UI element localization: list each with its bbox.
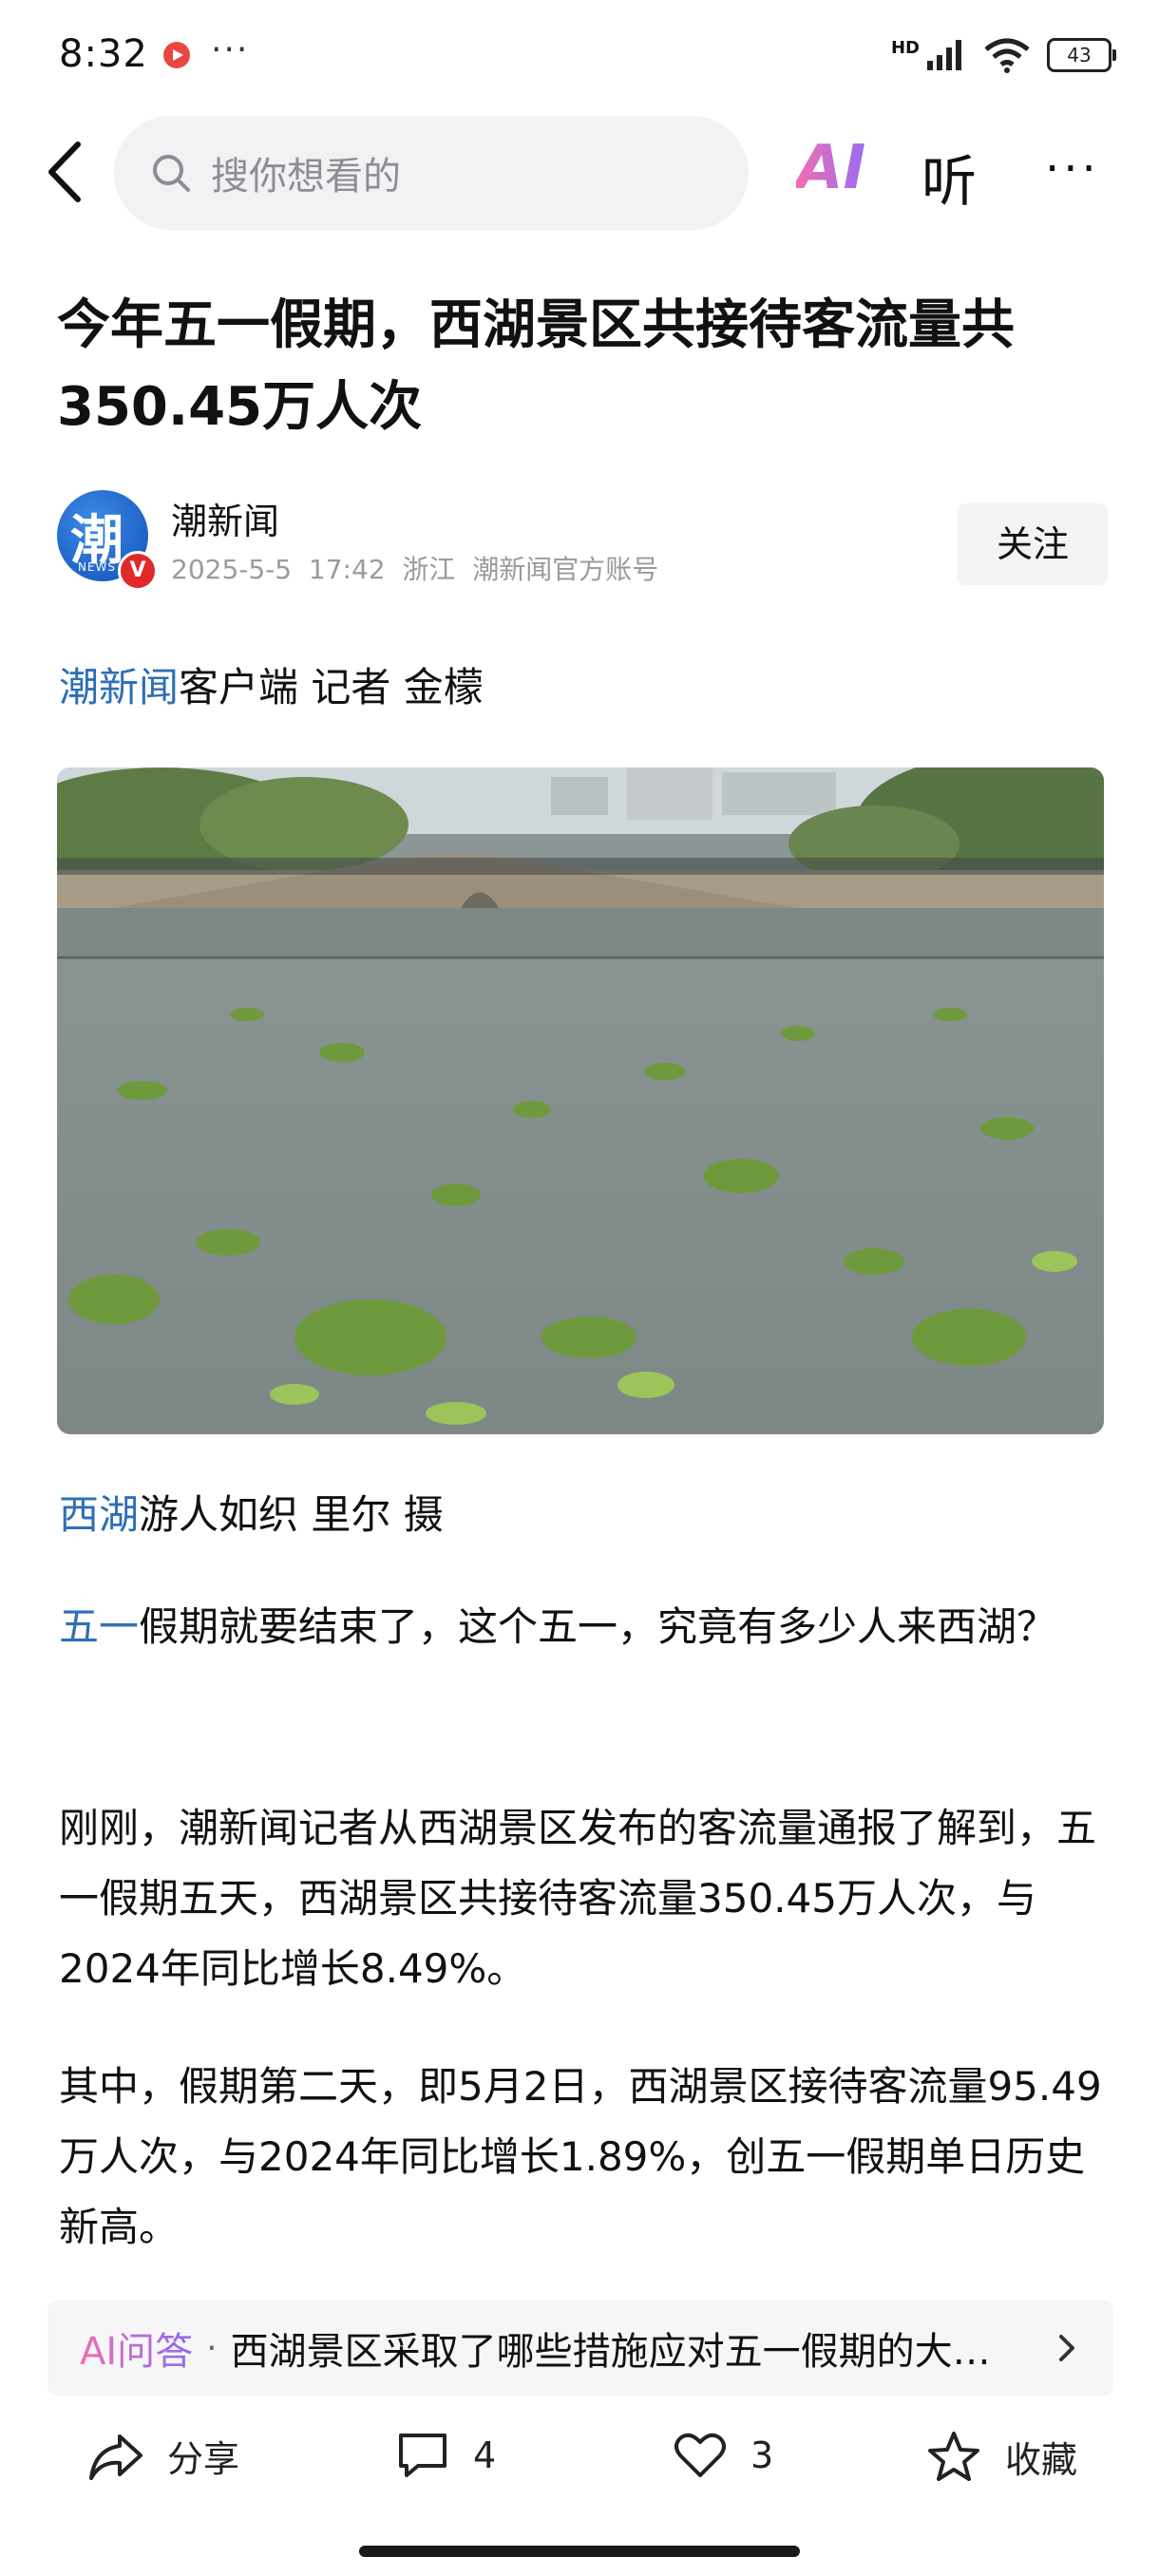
status-time: 8:32 — [59, 32, 148, 76]
share-button[interactable]: 分享 — [87, 2430, 239, 2482]
caption-text: 游人如织 里尔 摄 — [139, 1491, 444, 1538]
avatar-logo-sub: NEWS — [78, 560, 117, 574]
more-options-button[interactable]: ··· — [1045, 142, 1100, 196]
publish-region: 浙江 — [402, 554, 456, 585]
byline-source-link[interactable]: 潮新闻 — [59, 664, 179, 710]
byline: 潮新闻客户端 记者 金檬 — [59, 655, 484, 713]
publish-date: 2025-5-5 — [171, 554, 293, 585]
share-label: 分享 — [167, 2438, 240, 2480]
listen-button[interactable]: 听 — [922, 137, 977, 217]
share-icon — [89, 2434, 142, 2480]
search-input[interactable]: 搜你想看的 — [114, 116, 749, 230]
status-more-icon: ··· — [211, 30, 250, 69]
paragraph-2: 刚刚，潮新闻记者从西湖景区发布的客流量通报了解到，五一假期五天，西湖景区共接待客… — [59, 1805, 1097, 1992]
ai-question-separator: · — [206, 2328, 218, 2368]
paragraph-1: 五一假期就要结束了，这个五一，究竟有多少人来西湖？ — [59, 1592, 1104, 1662]
publish-time: 17:42 — [308, 554, 386, 585]
ai-question-label: AI问答 — [80, 2320, 193, 2376]
like-button[interactable]: 3 — [673, 2430, 773, 2481]
favorite-button[interactable]: 收藏 — [925, 2430, 1077, 2483]
comment-count: 4 — [473, 2434, 497, 2476]
verified-badge-icon: V — [118, 551, 158, 591]
photo-caption: 西湖游人如织 里尔 摄 — [59, 1480, 1104, 1550]
star-icon — [928, 2432, 979, 2481]
author-name[interactable]: 潮新闻 — [171, 492, 279, 544]
comment-icon — [399, 2434, 446, 2477]
author-meta: 2025-5-5 17:42 浙江 潮新闻官方账号 — [171, 549, 658, 587]
paragraph-1-text: 假期就要结束了，这个五一，究竟有多少人来西湖？ — [139, 1603, 1057, 1650]
byline-text: 客户端 记者 金檬 — [179, 664, 484, 710]
comment-button[interactable]: 4 — [395, 2430, 496, 2481]
home-indicator[interactable] — [359, 2546, 800, 2557]
ai-button[interactable]: AI — [796, 133, 865, 203]
like-count: 3 — [750, 2434, 774, 2476]
article-title: 今年五一假期，西湖景区共接待客流量共350.45万人次 — [57, 294, 1015, 438]
ai-question-text: 西湖景区采取了哪些措施应对五一假期的大… — [230, 2330, 991, 2374]
search-placeholder: 搜你想看的 — [211, 155, 401, 199]
heart-icon — [674, 2433, 726, 2477]
paragraph-3: 其中，假期第二天，即5月2日，西湖景区接待客流量95.49万人次，与2024年同… — [59, 2063, 1102, 2250]
follow-button[interactable]: 关注 — [958, 503, 1108, 585]
search-icon — [153, 155, 190, 192]
screen-record-icon — [163, 42, 190, 68]
back-button[interactable] — [44, 139, 86, 205]
wifi-icon — [984, 38, 1030, 73]
ai-question-bar[interactable]: AI问答 · 西湖景区采取了哪些措施应对五一假期的大… — [48, 2301, 1113, 2396]
hd-label: HD — [890, 37, 920, 58]
favorite-label: 收藏 — [1005, 2438, 1078, 2481]
battery-icon: 43 — [1047, 38, 1116, 72]
west-lake-scene — [57, 767, 1104, 1434]
caption-link[interactable]: 西湖 — [59, 1491, 139, 1538]
signal-icon — [927, 40, 961, 70]
paragraph-1-link[interactable]: 五一 — [59, 1603, 139, 1650]
article-photo[interactable] — [57, 767, 1104, 1434]
account-type: 潮新闻官方账号 — [472, 554, 659, 585]
status-icons: HD 43 — [890, 36, 1116, 74]
chevron-right-icon — [1058, 2335, 1074, 2361]
